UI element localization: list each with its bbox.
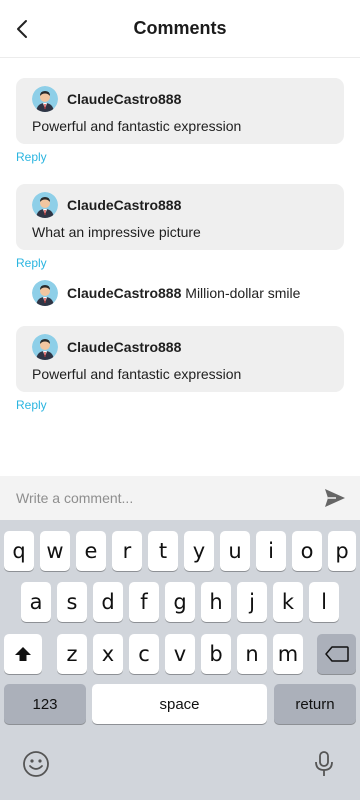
- key-y[interactable]: y: [184, 531, 214, 571]
- comment-text: Powerful and fantastic expression: [32, 366, 242, 382]
- key-a[interactable]: a: [21, 582, 51, 622]
- emoji-icon: [23, 751, 49, 777]
- key-k[interactable]: k: [273, 582, 303, 622]
- delete-key[interactable]: [317, 634, 356, 674]
- key-d[interactable]: d: [93, 582, 123, 622]
- avatar[interactable]: [32, 192, 58, 218]
- reply-comment-line: ClaudeCastro888 Million-dollar smile: [67, 285, 300, 301]
- shift-icon: [15, 647, 31, 661]
- comment-card: ClaudeCastro888 Powerful and fantastic e…: [16, 78, 344, 144]
- key-g[interactable]: g: [165, 582, 195, 622]
- comment-text: Powerful and fantastic expression: [32, 118, 242, 134]
- reply-link[interactable]: Reply: [16, 256, 47, 270]
- comment-card: ClaudeCastro888 What an impressive pictu…: [16, 184, 344, 250]
- space-key[interactable]: space: [92, 684, 267, 724]
- comment-username[interactable]: ClaudeCastro888: [67, 91, 181, 107]
- on-screen-keyboard: q w e r t y u i o p a s d f g h j k l z …: [0, 520, 360, 800]
- key-q[interactable]: q: [4, 531, 34, 571]
- comment-username[interactable]: ClaudeCastro888: [67, 285, 181, 301]
- header-bar: Comments: [0, 0, 360, 58]
- key-x[interactable]: x: [93, 634, 123, 674]
- key-j[interactable]: j: [237, 582, 267, 622]
- numbers-key[interactable]: 123: [4, 684, 86, 724]
- avatar[interactable]: [32, 280, 58, 306]
- key-f[interactable]: f: [129, 582, 159, 622]
- reply-link[interactable]: Reply: [16, 398, 47, 412]
- emoji-button[interactable]: [22, 750, 50, 783]
- key-l[interactable]: l: [309, 582, 339, 622]
- microphone-icon: [315, 751, 333, 776]
- key-h[interactable]: h: [201, 582, 231, 622]
- key-c[interactable]: c: [129, 634, 159, 674]
- key-r[interactable]: r: [112, 531, 142, 571]
- reply-comment: ClaudeCastro888 Million-dollar smile: [32, 280, 344, 306]
- key-t[interactable]: t: [148, 531, 178, 571]
- reply-link[interactable]: Reply: [16, 150, 47, 164]
- key-p[interactable]: p: [328, 531, 356, 571]
- key-i[interactable]: i: [256, 531, 286, 571]
- dictation-button[interactable]: [313, 750, 335, 783]
- key-u[interactable]: u: [220, 531, 250, 571]
- comment-text: What an impressive picture: [32, 224, 201, 240]
- comment-card: ClaudeCastro888 Powerful and fantastic e…: [16, 326, 344, 392]
- key-v[interactable]: v: [165, 634, 195, 674]
- shift-key[interactable]: [4, 634, 42, 674]
- return-key[interactable]: return: [274, 684, 356, 724]
- page-title: Comments: [133, 18, 227, 38]
- key-b[interactable]: b: [201, 634, 231, 674]
- avatar[interactable]: [32, 86, 58, 112]
- key-s[interactable]: s: [57, 582, 87, 622]
- backspace-icon: [324, 646, 349, 662]
- comment-username[interactable]: ClaudeCastro888: [67, 339, 181, 355]
- chevron-left-icon: [17, 20, 27, 38]
- key-n[interactable]: n: [237, 634, 267, 674]
- key-w[interactable]: w: [40, 531, 70, 571]
- key-z[interactable]: z: [57, 634, 87, 674]
- key-o[interactable]: o: [292, 531, 322, 571]
- key-m[interactable]: m: [273, 634, 303, 674]
- comment-input[interactable]: [16, 488, 306, 508]
- comment-username[interactable]: ClaudeCastro888: [67, 197, 181, 213]
- back-button[interactable]: [8, 14, 36, 44]
- send-button[interactable]: [323, 487, 347, 509]
- avatar[interactable]: [32, 334, 58, 360]
- comment-composer: [0, 476, 360, 520]
- comment-text: Million-dollar smile: [185, 285, 301, 301]
- key-e[interactable]: e: [76, 531, 106, 571]
- send-icon: [325, 489, 345, 507]
